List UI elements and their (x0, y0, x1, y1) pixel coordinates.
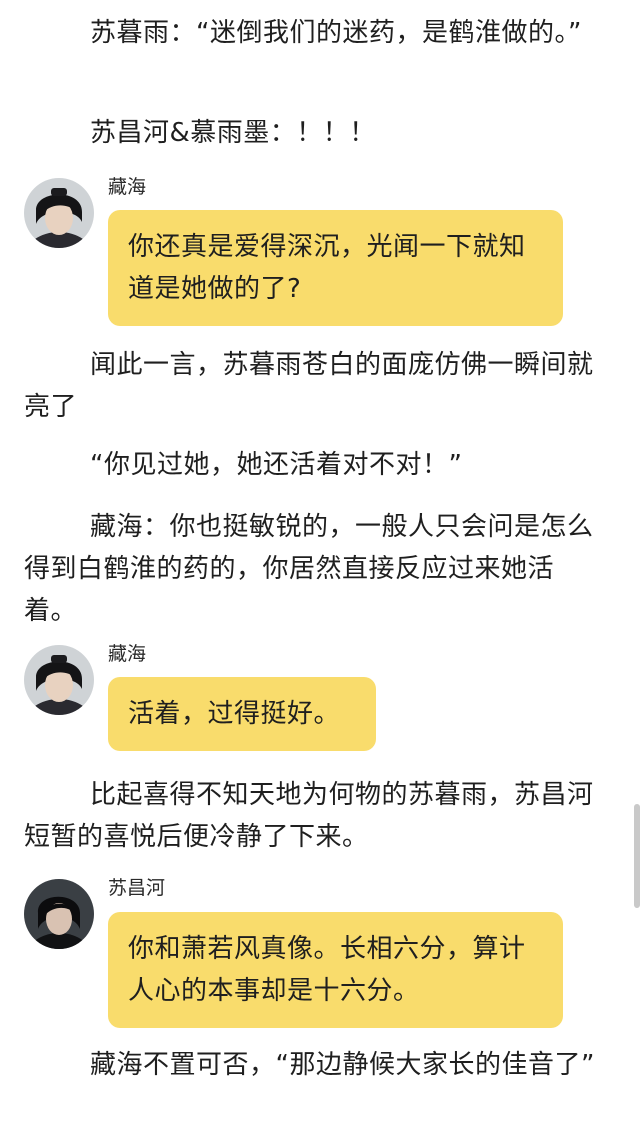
story-paragraph: 藏海：你也挺敏锐的，一般人只会问是怎么得到白鹤淮的药的，你居然直接反应过来她活着… (24, 512, 594, 626)
story-paragraph: “你见过她，她还活着对不对！” (90, 450, 463, 480)
story-paragraph: 比起喜得不知天地为何物的苏暮雨，苏昌河短暂的喜悦后便冷静了下来。 (24, 780, 594, 852)
scrollbar[interactable] (634, 804, 640, 908)
story-paragraph: 苏暮雨：“迷倒我们的迷药，是鹤淮做的。” (90, 18, 582, 48)
story-paragraph: 闻此一言，苏暮雨苍白的面庞仿佛一瞬间就亮了 (24, 350, 594, 422)
speaker-name: 藏海 (108, 176, 147, 198)
chat-bubble: 活着，过得挺好。 (108, 677, 376, 751)
chat-bubble: 你还真是爱得深沉，光闻一下就知道是她做的了? (108, 210, 563, 326)
avatar-zanghai (24, 645, 94, 715)
avatar-zanghai (24, 178, 94, 248)
speaker-name: 藏海 (108, 643, 147, 665)
chat-bubble: 你和萧若风真像。长相六分，算计人心的本事却是十六分。 (108, 912, 563, 1028)
story-paragraph: 藏海不置可否，“那边静候大家长的佳音了” (90, 1050, 595, 1080)
story-paragraph: 苏昌河&慕雨墨：！！！ (90, 118, 376, 148)
avatar-suchanghe (24, 879, 94, 949)
speaker-name: 苏昌河 (108, 877, 166, 899)
